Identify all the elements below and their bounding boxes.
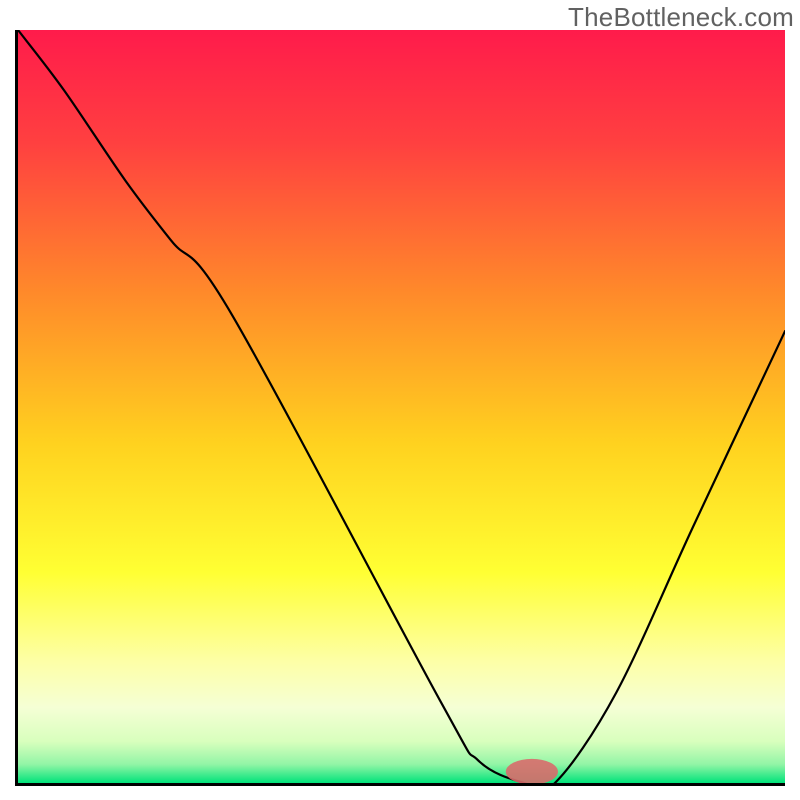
chart-frame: TheBottleneck.com xyxy=(0,0,800,800)
plot-svg xyxy=(18,30,785,783)
plot-area xyxy=(15,30,785,786)
watermark-text: TheBottleneck.com xyxy=(568,2,794,33)
gradient-background xyxy=(18,30,785,783)
